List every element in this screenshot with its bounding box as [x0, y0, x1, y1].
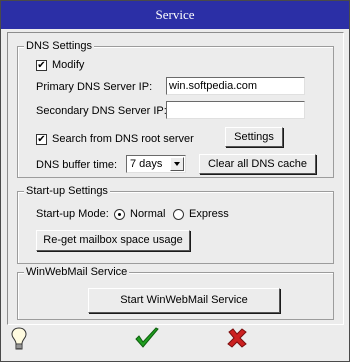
dns-settings-group: DNS Settings ✔ Modify Primary DNS Server… [17, 40, 334, 178]
secondary-dns-label: Secondary DNS Server IP: [36, 105, 167, 117]
red-x-icon[interactable] [226, 327, 248, 349]
chevron-down-icon[interactable] [170, 157, 184, 171]
dns-settings-legend: DNS Settings [24, 40, 95, 53]
startup-settings-group: Start-up Settings Start-up Mode: Normal … [17, 185, 334, 264]
lightbulb-icon[interactable] [9, 326, 29, 352]
window-title: Service [155, 7, 195, 22]
green-checkmark-icon[interactable] [134, 326, 160, 350]
normal-radio[interactable] [114, 209, 125, 220]
winwebmail-service-legend: WinWebMail Service [24, 266, 130, 279]
search-root-label: Search from DNS root server [52, 133, 194, 145]
express-label: Express [189, 208, 229, 220]
start-service-button[interactable]: Start WinWebMail Service [88, 288, 280, 313]
clear-dns-cache-button[interactable]: Clear all DNS cache [199, 154, 316, 174]
modify-checkbox[interactable]: ✔ [36, 60, 47, 71]
dns-buffer-value: 7 days [130, 158, 163, 170]
reget-mailbox-button[interactable]: Re-get mailbox space usage [36, 230, 190, 251]
startup-mode-label: Start-up Mode: [36, 208, 109, 220]
dns-settings-button[interactable]: Settings [225, 127, 283, 147]
primary-dns-input[interactable]: win.softpedia.com [166, 77, 305, 95]
express-radio[interactable] [173, 209, 184, 220]
title-bar: Service [1, 1, 349, 29]
winwebmail-service-group: WinWebMail Service Start WinWebMail Serv… [17, 266, 334, 320]
primary-dns-label: Primary DNS Server IP: [36, 81, 153, 93]
dns-buffer-label: DNS buffer time: [36, 159, 118, 171]
normal-label: Normal [130, 208, 166, 220]
dns-buffer-select[interactable]: 7 days [126, 155, 186, 173]
startup-settings-legend: Start-up Settings [24, 185, 110, 198]
content-panel: DNS Settings ✔ Modify Primary DNS Server… [7, 32, 344, 325]
search-root-checkbox[interactable]: ✔ [36, 134, 47, 145]
service-dialog: Service DNS Settings ✔ Modify Primary DN… [0, 0, 350, 362]
secondary-dns-input[interactable] [166, 101, 305, 119]
modify-label: Modify [52, 59, 85, 71]
